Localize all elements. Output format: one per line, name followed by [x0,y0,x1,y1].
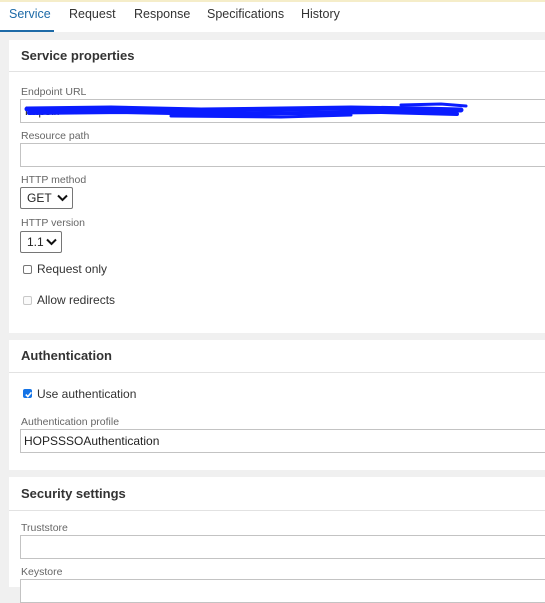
use-authentication-label: Use authentication [37,387,137,401]
security-settings-title: Security settings [21,486,126,501]
allow-redirects-checkbox[interactable] [23,296,32,305]
tab-bar: Service Request Response Specifications … [0,0,545,32]
security-settings-card: Security settings Truststore Keystore [9,477,545,603]
endpoint-url-input[interactable]: https:// [20,99,545,123]
top-stripe [0,0,545,2]
authentication-header: Authentication [9,340,545,373]
authentication-card: Authentication Use authentication Authen… [9,340,545,470]
request-only-checkbox[interactable] [23,265,32,274]
tab-history[interactable]: History [301,7,340,21]
resource-path-input[interactable] [20,143,545,167]
http-method-select[interactable]: GET [20,187,73,209]
http-version-value: 1.1 [27,235,44,249]
authentication-profile-value: HOPSSSOAuthentication [24,434,160,448]
keystore-input[interactable] [20,579,545,603]
use-authentication-checkbox[interactable] [23,389,33,398]
http-version-label: HTTP version [21,217,85,229]
authentication-title: Authentication [21,348,112,363]
http-method-value: GET [27,191,52,205]
authentication-profile-input[interactable]: HOPSSSOAuthentication [20,429,545,453]
http-method-label: HTTP method [21,174,87,186]
resource-path-label: Resource path [21,130,90,142]
allow-redirects-label: Allow redirects [37,293,116,307]
http-version-select[interactable]: 1.1 [20,231,62,253]
tab-service[interactable]: Service [9,7,51,21]
chevron-down-icon [57,194,68,202]
service-properties-card: Service properties Endpoint URL https://… [9,40,545,333]
service-properties-title: Service properties [21,48,135,63]
keystore-label: Keystore [21,566,63,578]
request-only-label: Request only [37,262,108,276]
endpoint-url-label: Endpoint URL [21,86,87,98]
service-properties-header: Service properties [9,40,545,72]
chevron-down-icon [46,238,57,246]
truststore-input[interactable] [20,535,545,559]
tab-response[interactable]: Response [134,7,190,21]
redaction-scribble [24,102,468,119]
checkmark-icon [25,391,33,398]
security-settings-header: Security settings [9,477,545,511]
truststore-label: Truststore [21,522,68,534]
active-tab-indicator [0,30,54,32]
tab-specifications[interactable]: Specifications [207,7,284,21]
authentication-profile-label: Authentication profile [21,416,120,428]
tab-request[interactable]: Request [69,7,116,21]
